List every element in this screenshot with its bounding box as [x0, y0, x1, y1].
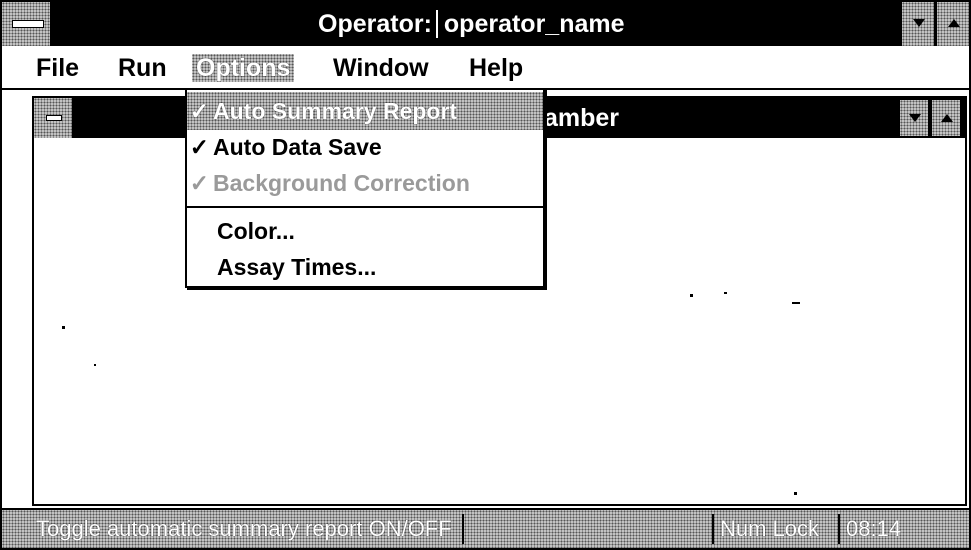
- menu-file[interactable]: File: [32, 54, 83, 82]
- check-icon: ✓: [189, 98, 209, 124]
- main-window: Operator: operator_name File Run Options …: [0, 0, 971, 550]
- status-message: Toggle automatic summary report ON/OFF: [36, 514, 464, 544]
- menu-run-label: Run: [118, 54, 167, 82]
- menu-item-auto-summary-report[interactable]: ✓ Auto Summary Report: [187, 92, 543, 130]
- check-icon: ✓: [189, 170, 209, 196]
- operator-name-value: operator_name: [435, 10, 625, 38]
- system-menu-icon: [12, 20, 44, 28]
- workspace-mark: [792, 302, 800, 304]
- menu-file-label: File: [36, 54, 80, 82]
- status-time-text: 08:14: [846, 516, 902, 541]
- menu-item-color[interactable]: Color...: [187, 212, 573, 250]
- system-menu-button[interactable]: [2, 2, 52, 46]
- menu-item-background-correction[interactable]: ✓ Background Correction: [187, 164, 543, 202]
- child-system-menu-button[interactable]: [34, 98, 74, 138]
- child-window-title: amber: [544, 104, 620, 132]
- status-numlock: Num Lock: [712, 514, 838, 544]
- menu-run[interactable]: Run: [114, 54, 171, 82]
- menu-separator: [187, 206, 543, 208]
- child-maximize-arrow-icon: [941, 114, 953, 122]
- menu-item-auto-data-save[interactable]: ✓ Auto Data Save: [187, 128, 543, 166]
- menu-options-label: Options: [196, 54, 291, 82]
- menu-help[interactable]: Help: [465, 54, 527, 82]
- menu-item-label: Background Correction: [213, 170, 470, 196]
- status-time: 08:14: [838, 514, 934, 544]
- menu-bar: File Run Options Window Help: [2, 46, 969, 90]
- workspace-mark: [94, 364, 96, 366]
- workspace-mark: [794, 492, 797, 495]
- child-minimize-button[interactable]: [898, 100, 928, 136]
- maximize-arrow-icon: [948, 19, 960, 27]
- status-numlock-text: Num Lock: [720, 516, 820, 541]
- workspace-mark: [724, 292, 727, 294]
- window-title: Operator: operator_name: [318, 8, 625, 40]
- minimize-button[interactable]: [900, 2, 934, 46]
- workspace-mark: [62, 326, 65, 329]
- status-bar: Toggle automatic summary report ON/OFF N…: [2, 508, 969, 548]
- menu-item-label: Assay Times...: [217, 254, 377, 280]
- menu-item-label: Auto Data Save: [213, 134, 382, 160]
- child-maximize-button[interactable]: [930, 100, 960, 136]
- menu-item-label: Color...: [217, 218, 295, 244]
- menu-window-label: Window: [333, 54, 429, 82]
- title-bar[interactable]: Operator: operator_name: [2, 2, 969, 46]
- child-minimize-arrow-icon: [909, 114, 921, 122]
- menu-help-label: Help: [469, 54, 524, 82]
- workspace-mark: [690, 294, 693, 297]
- menu-window[interactable]: Window: [329, 54, 433, 82]
- maximize-button[interactable]: [935, 2, 969, 46]
- child-system-menu-icon: [46, 115, 62, 121]
- menu-item-label: Auto Summary Report: [213, 98, 458, 124]
- menu-item-assay-times[interactable]: Assay Times...: [187, 248, 573, 286]
- title-label: Operator:: [318, 10, 432, 38]
- check-icon: ✓: [189, 134, 209, 160]
- status-message-text: Toggle automatic summary report ON/OFF: [36, 516, 452, 541]
- options-dropdown-menu: ✓ Auto Summary Report ✓ Auto Data Save ✓ Ba…: [185, 88, 545, 288]
- menu-options[interactable]: Options: [192, 54, 295, 82]
- minimize-arrow-icon: [913, 19, 925, 27]
